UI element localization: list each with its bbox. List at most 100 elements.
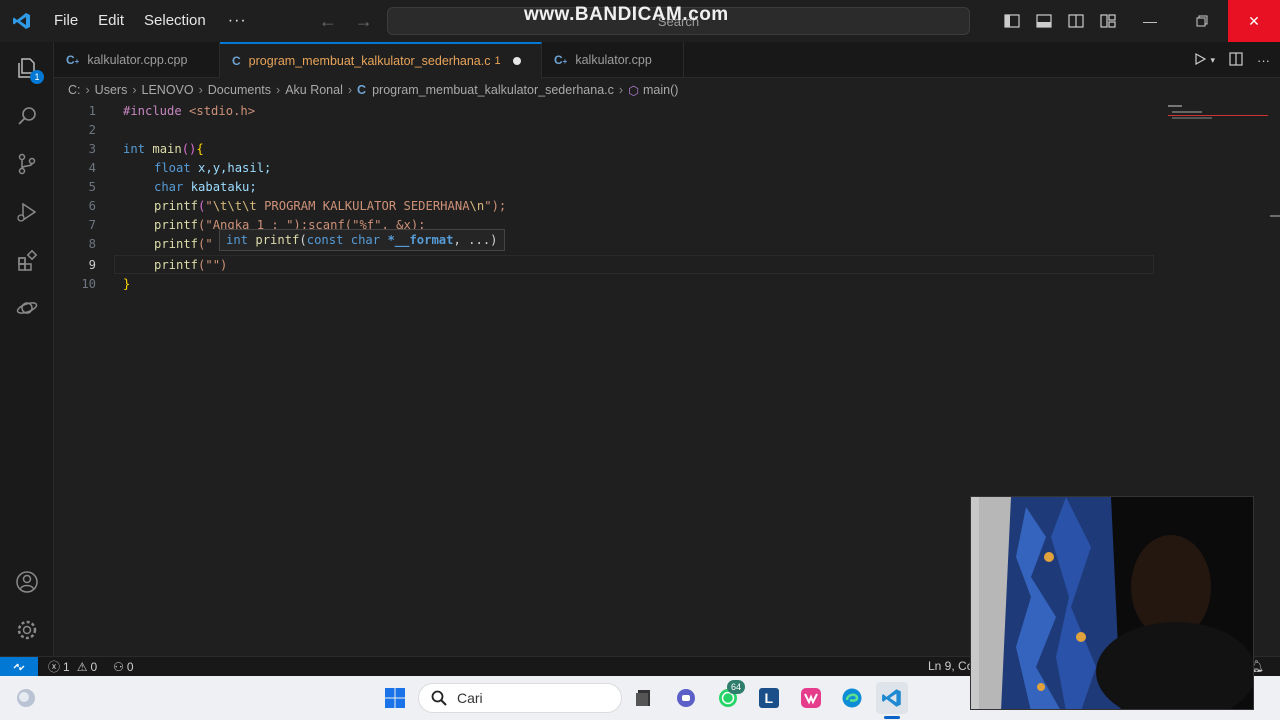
cpp-file-icon: C+: [66, 53, 80, 67]
whatsapp-badge: 64: [727, 680, 745, 694]
customize-layout-icon[interactable]: [1092, 0, 1124, 42]
line-number: 6: [88, 198, 96, 213]
breadcrumb-file[interactable]: program_membuat_kalkulator_sederhana.c: [372, 83, 614, 97]
ports-count: 0: [126, 659, 134, 674]
tab-kalkulator-cpp-cpp[interactable]: C+ kalkulator.cpp.cpp: [54, 42, 220, 78]
breadcrumb-item[interactable]: Aku Ronal: [285, 83, 343, 97]
breadcrumb-item[interactable]: Documents: [208, 83, 271, 97]
line-number: 7: [88, 217, 96, 232]
forward-arrow-icon[interactable]: →: [355, 11, 373, 32]
signature-rest: , ...): [453, 233, 498, 247]
edge-icon[interactable]: [836, 682, 868, 714]
tab-kalkulator-cpp[interactable]: C+ kalkulator.cpp: [542, 42, 684, 78]
code-line: 6 printf("\t\t\t PROGRAM KALKULATOR SEDE…: [54, 196, 1154, 215]
code-token: int: [123, 141, 146, 156]
ports-icon: ⚇: [113, 659, 124, 674]
settings-gear-icon[interactable]: [0, 606, 54, 654]
toggle-primary-sidebar-icon[interactable]: [996, 0, 1028, 42]
code-token: main: [145, 141, 182, 156]
signature-help-tooltip: int printf(const char *__format, ...): [219, 229, 505, 251]
code-line: 1 #include <stdio.h>: [54, 101, 1154, 120]
code-token: printf: [154, 217, 199, 232]
close-button[interactable]: ✕: [1228, 0, 1280, 42]
code-token: (): [181, 141, 197, 156]
line-number: 9: [88, 257, 96, 272]
line-number: 8: [88, 236, 96, 251]
editor-tab-bar: C+ kalkulator.cpp.cpp C program_membuat_…: [54, 42, 1280, 78]
code-line: 5 char kabataku;: [54, 177, 1154, 196]
menu-more-button[interactable]: ···: [216, 12, 259, 30]
menu-file[interactable]: File: [44, 0, 88, 42]
tab-label: program_membuat_kalkulator_sederhana.c: [248, 54, 491, 68]
cursor-position[interactable]: Ln 9, Co: [928, 659, 973, 673]
menu-edit[interactable]: Edit: [88, 0, 134, 42]
taskbar-search-box[interactable]: Cari: [418, 683, 622, 713]
account-icon[interactable]: [0, 558, 54, 606]
split-editor-icon[interactable]: [1229, 51, 1243, 69]
run-file-icon[interactable]: [1194, 52, 1207, 68]
code-token: x,y,hasil;: [190, 160, 272, 175]
error-count: 1: [63, 659, 70, 674]
recording-watermark: www.BANDICAM.com: [524, 4, 729, 25]
vscode-logo-icon: [0, 0, 44, 42]
minimap[interactable]: [1168, 103, 1268, 123]
code-token: \n: [469, 198, 485, 213]
taskbar-search-placeholder: Cari: [457, 690, 483, 706]
line-number: 10: [81, 276, 96, 291]
chat-icon[interactable]: [670, 682, 702, 714]
code-token: char: [154, 179, 184, 194]
svg-text:L: L: [765, 690, 774, 706]
code-token: (": [198, 236, 213, 251]
run-dropdown-chevron-icon[interactable]: ▾: [1210, 55, 1215, 66]
unsaved-dot-icon[interactable]: [512, 57, 521, 65]
explorer-icon[interactable]: 1: [0, 44, 54, 92]
restore-button[interactable]: [1176, 0, 1228, 42]
breadcrumb-item[interactable]: Users: [95, 83, 128, 97]
back-arrow-icon[interactable]: ←: [319, 11, 337, 32]
breadcrumb-symbol[interactable]: main(): [643, 83, 678, 97]
remote-explorer-icon[interactable]: [0, 284, 54, 332]
symbol-method-icon: ⬡: [628, 83, 639, 98]
toggle-secondary-sidebar-icon[interactable]: [1060, 0, 1092, 42]
problems-status[interactable]: ⓧ 1 ⚠ 0: [48, 658, 97, 675]
start-icon[interactable]: [379, 682, 411, 714]
code-token: printf: [154, 236, 199, 251]
code-token: {: [196, 141, 204, 156]
office-icon[interactable]: [795, 682, 827, 714]
signature-const: const: [306, 233, 344, 247]
line-number: 4: [88, 160, 96, 175]
ports-status[interactable]: ⚇ 0: [113, 660, 133, 674]
line-number: 2: [88, 122, 96, 137]
tab-problem-count: 1: [494, 55, 501, 67]
toggle-panel-icon[interactable]: [1028, 0, 1060, 42]
cpp-file-icon: C+: [554, 53, 568, 67]
menu-selection[interactable]: Selection: [134, 0, 216, 42]
tab-label: kalkulator.cpp: [575, 53, 652, 67]
breadcrumb-item[interactable]: C:: [68, 83, 81, 97]
code-token: #include: [123, 103, 182, 118]
signature-char: char: [343, 233, 381, 247]
code-line-current: 9 printf(""): [54, 255, 1154, 274]
breadcrumb-item[interactable]: LENOVO: [142, 83, 194, 97]
remote-indicator-icon[interactable]: [0, 656, 38, 677]
l-app-icon[interactable]: L: [753, 682, 785, 714]
code-line: 10 }: [54, 274, 1154, 293]
file-manager-icon[interactable]: [628, 682, 660, 714]
webcam-overlay: [970, 496, 1254, 710]
code-token: \t\t\t: [212, 198, 257, 213]
title-bar: File Edit Selection ··· ← → Search www.B…: [0, 0, 1280, 42]
weather-widget-icon[interactable]: [10, 682, 42, 714]
line-number: 1: [88, 103, 96, 118]
more-actions-icon[interactable]: ···: [1257, 53, 1270, 68]
activity-bar: 1: [0, 42, 54, 656]
minimize-button[interactable]: —: [1124, 0, 1176, 42]
signature-return-type: int: [226, 233, 249, 247]
line-number: 3: [88, 141, 96, 156]
run-debug-icon[interactable]: [0, 188, 54, 236]
tab-program-membuat-kalkulator-sederhana[interactable]: C program_membuat_kalkulator_sederhana.c…: [220, 42, 542, 78]
vscode-icon[interactable]: [876, 682, 908, 714]
signature-function-name: printf: [248, 233, 300, 247]
extensions-icon[interactable]: [0, 236, 54, 284]
source-control-icon[interactable]: [0, 140, 54, 188]
search-icon[interactable]: [0, 92, 54, 140]
